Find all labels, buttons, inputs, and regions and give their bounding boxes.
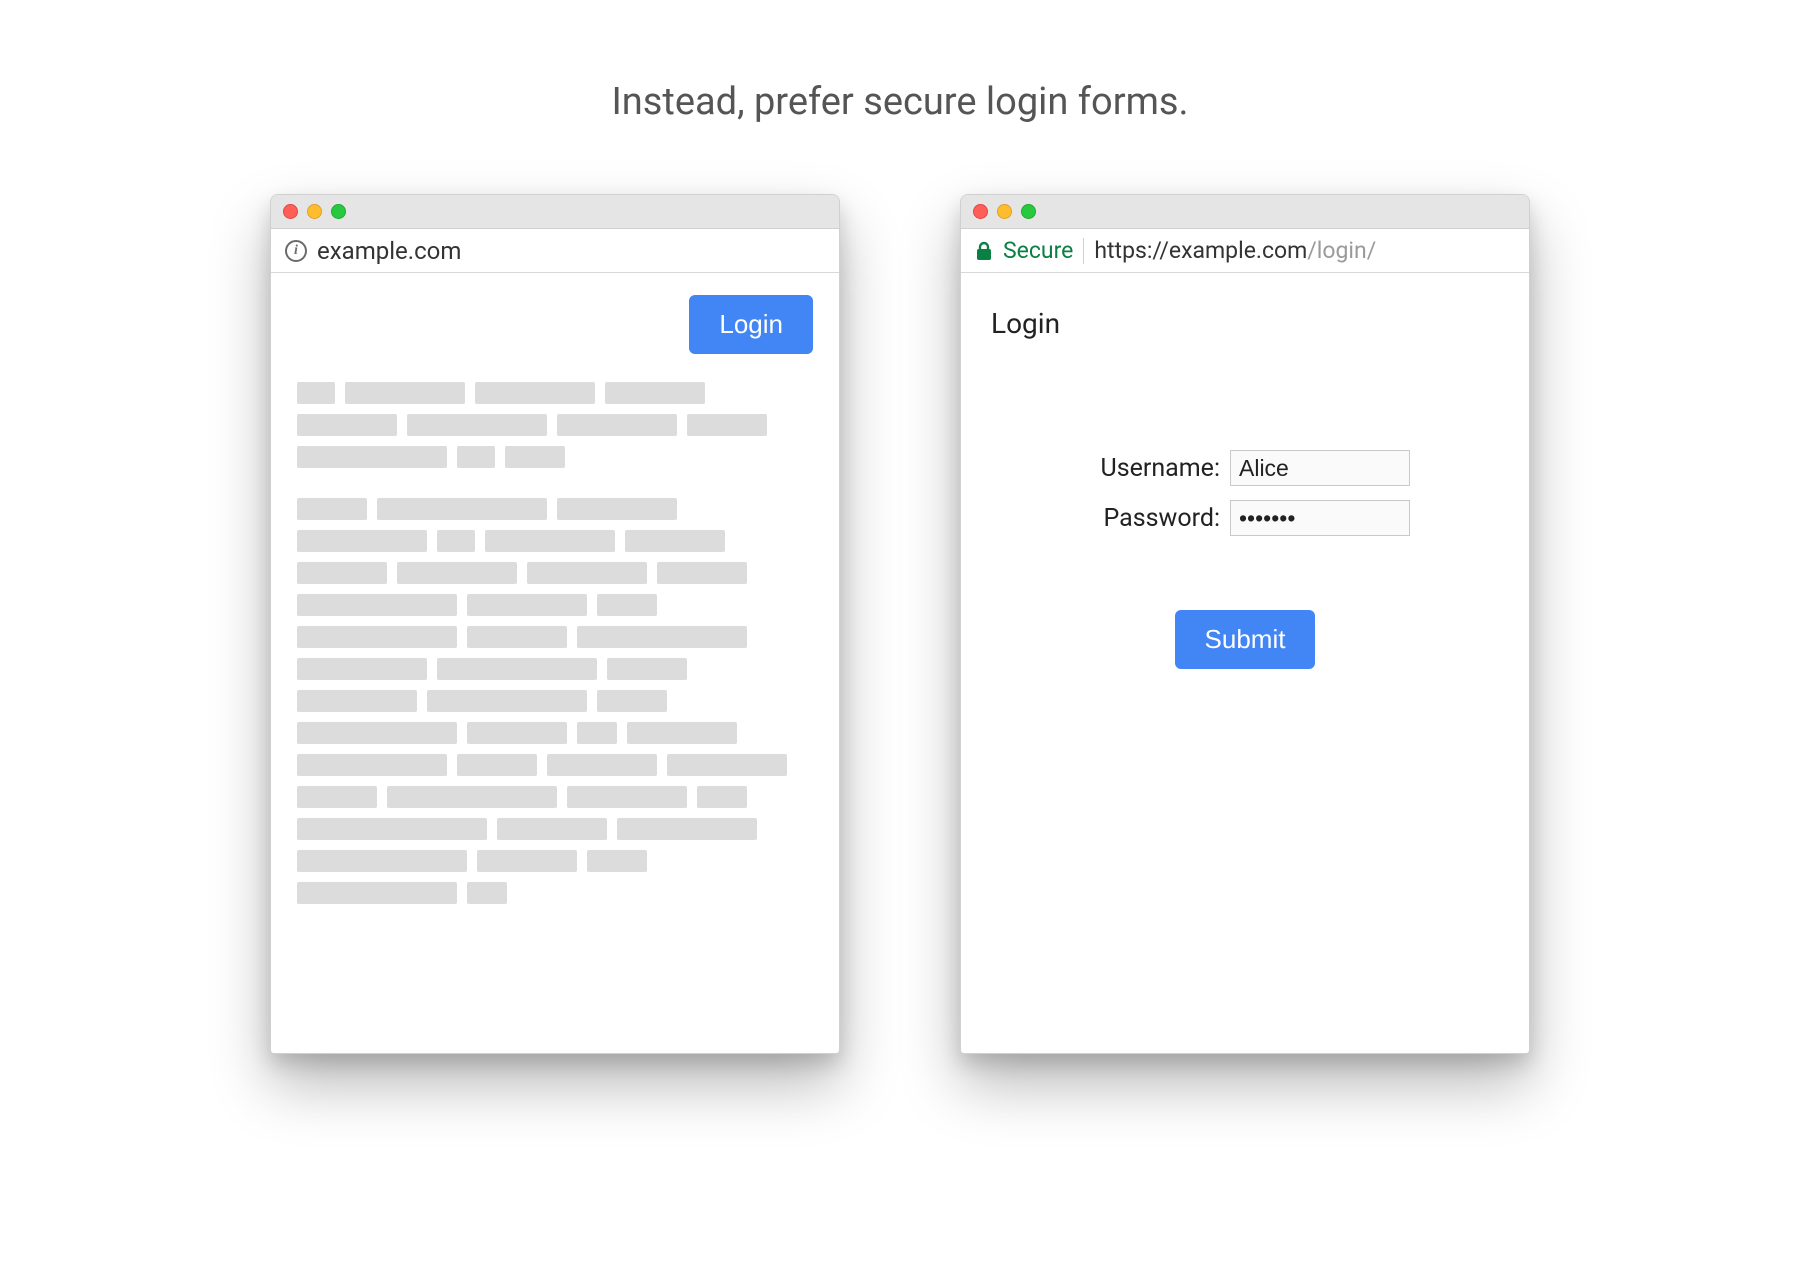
password-label: Password: <box>1080 504 1220 533</box>
window-titlebar <box>271 195 839 229</box>
placeholder-paragraph <box>297 498 813 904</box>
page-title: Login <box>991 307 1499 340</box>
placeholder-paragraph <box>297 382 813 468</box>
page-content: Login Username: Password: Submit <box>961 273 1529 1053</box>
url-host: https://example.com <box>1094 237 1307 264</box>
url-separator <box>1083 238 1084 264</box>
insecure-window: i example.com Login <box>270 194 840 1054</box>
username-label: Username: <box>1080 454 1220 483</box>
minimize-icon[interactable] <box>997 204 1012 219</box>
secure-label: Secure <box>1003 237 1073 264</box>
login-form: Username: Password: Submit <box>987 450 1503 669</box>
submit-button[interactable]: Submit <box>1175 610 1316 669</box>
lock-icon <box>975 241 993 261</box>
maximize-icon[interactable] <box>331 204 346 219</box>
login-button[interactable]: Login <box>689 295 813 354</box>
close-icon[interactable] <box>283 204 298 219</box>
window-titlebar <box>961 195 1529 229</box>
info-icon[interactable]: i <box>285 240 307 262</box>
secure-window: Secure https://example.com/login/ Login … <box>960 194 1530 1054</box>
username-field[interactable] <box>1230 450 1410 486</box>
close-icon[interactable] <box>973 204 988 219</box>
password-field[interactable] <box>1230 500 1410 536</box>
page-heading: Instead, prefer secure login forms. <box>611 80 1188 124</box>
minimize-icon[interactable] <box>307 204 322 219</box>
address-bar[interactable]: i example.com <box>271 229 839 273</box>
page-content: Login <box>271 273 839 1053</box>
url-path: /login/ <box>1307 237 1376 264</box>
url-text: example.com <box>317 237 461 265</box>
windows-container: i example.com Login <box>270 194 1530 1054</box>
maximize-icon[interactable] <box>1021 204 1036 219</box>
address-bar[interactable]: Secure https://example.com/login/ <box>961 229 1529 273</box>
url-text: https://example.com/login/ <box>1094 237 1376 264</box>
